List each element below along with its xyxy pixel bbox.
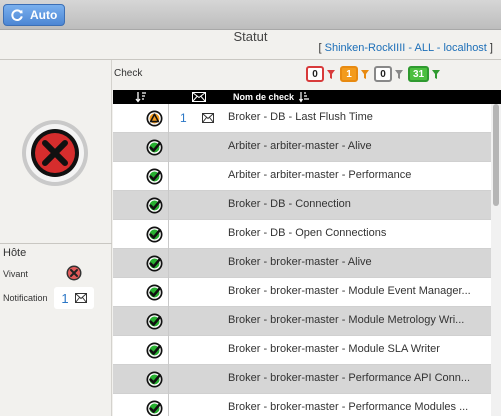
critical-filter-icon[interactable] [327,69,335,79]
status-sort-icon[interactable] [135,91,147,103]
refresh-icon [11,9,23,21]
checks-section-label: Check [114,68,143,79]
check-row[interactable]: 1 Broker - DB - Last Flush Time [113,104,491,133]
check-name[interactable]: Broker - broker-master - Alive [228,256,490,268]
ok-status-icon [146,313,163,330]
check-name-column-header[interactable]: Nom de check [233,92,294,102]
check-name[interactable]: Arbiter - arbiter-master - Performance [228,169,490,181]
host-critical-status-icon [22,120,88,186]
check-name[interactable]: Broker - broker-master - Performance Mod… [228,401,490,413]
status-cell [113,162,169,191]
check-row[interactable]: Broker - broker-master - Alive [113,249,491,278]
check-row[interactable]: Broker - broker-master - Module SLA Writ… [113,336,491,365]
warning-status-icon [146,110,163,127]
host-notification-indicator[interactable]: 1 [54,287,94,309]
checks-scrollbar-thumb[interactable] [493,104,499,206]
host-panel: Hôte Vivant Notification 1 [0,60,112,416]
ok-status-icon [146,400,163,416]
ok-status-icon [146,197,163,214]
status-cell [113,365,169,394]
check-row[interactable]: Broker - broker-master - Performance Mod… [113,394,491,416]
ok-status-icon [146,139,163,156]
row-notification-count[interactable]: 1 [180,111,187,125]
ok-status-icon [146,168,163,185]
ok-status-icon [146,371,163,388]
check-name[interactable]: Arbiter - arbiter-master - Alive [228,140,490,152]
warning-count-filter[interactable]: 1 [340,66,358,82]
check-name[interactable]: Broker - DB - Open Connections [228,227,490,239]
notification-column-mail-icon[interactable] [192,92,206,102]
alive-label: Vivant [3,269,28,279]
unknown-filter-icon[interactable] [395,69,403,79]
critical-count-filter[interactable]: 0 [306,66,324,82]
host-notification-count: 1 [61,290,69,306]
check-row[interactable]: Broker - DB - Open Connections [113,220,491,249]
status-cell [113,104,169,133]
auto-refresh-label: Auto [30,8,58,22]
unknown-count-filter[interactable]: 0 [374,66,392,82]
checks-table-header: Nom de check [113,90,501,104]
check-name[interactable]: Broker - broker-master - Module Metrolog… [228,314,490,326]
realm-breadcrumb: [ Shinken-RockIIII - ALL - localhost ] [319,42,493,54]
check-name[interactable]: Broker - broker-master - Performance API… [228,372,490,384]
ok-count-filter[interactable]: 31 [408,66,430,82]
name-sort-icon[interactable] [299,91,310,103]
ok-status-icon [146,284,163,301]
checks-table-body: 1 Broker - DB - Last Flush Time Arbiter - … [113,104,491,416]
ok-status-icon [146,255,163,272]
alive-critical-icon [66,265,82,281]
status-counters: 0 1 0 31 [306,66,443,82]
status-cell [113,307,169,336]
status-cell [113,191,169,220]
status-cell [113,336,169,365]
ok-status-icon [146,342,163,359]
auto-refresh-button[interactable]: Auto [3,4,65,26]
top-toolbar: Auto [0,0,501,30]
status-cell [113,278,169,307]
realm-link[interactable]: Shinken-RockIIII - ALL - localhost [325,42,487,54]
status-cell [113,394,169,416]
check-name[interactable]: Broker - DB - Connection [228,198,490,210]
checks-scrollbar[interactable] [491,104,501,416]
check-row[interactable]: Broker - broker-master - Performance API… [113,365,491,394]
status-cell [113,249,169,278]
ok-filter-icon[interactable] [432,69,441,79]
check-name[interactable]: Broker - broker-master - Module Event Ma… [228,285,490,297]
check-row[interactable]: Broker - DB - Connection [113,191,491,220]
status-cell [113,220,169,249]
check-row[interactable]: Broker - broker-master - Module Metrolog… [113,307,491,336]
check-name[interactable]: Broker - DB - Last Flush Time [228,111,490,123]
check-row[interactable]: Arbiter - arbiter-master - Performance [113,162,491,191]
status-cell [113,133,169,162]
check-row[interactable]: Arbiter - arbiter-master - Alive [113,133,491,162]
host-section-label: Hôte [3,247,27,259]
notification-label: Notification [3,293,48,303]
mail-icon[interactable] [202,113,214,123]
warning-filter-icon[interactable] [361,69,369,79]
mail-icon [74,293,87,303]
ok-status-icon [146,226,163,243]
check-row[interactable]: Broker - broker-master - Module Event Ma… [113,278,491,307]
host-section-divider [0,243,112,244]
realm-bracket-close: ] [486,42,493,54]
check-name[interactable]: Broker - broker-master - Module SLA Writ… [228,343,490,355]
